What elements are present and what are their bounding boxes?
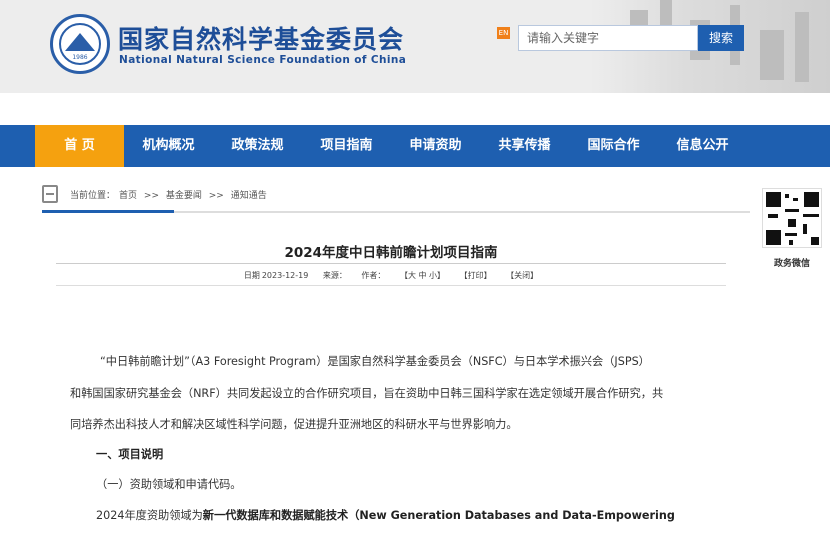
nav-item-apply[interactable]: 申请资助 — [391, 125, 480, 167]
site-title-en[interactable]: National Natural Science Foundation of C… — [119, 54, 406, 66]
nsfc-logo[interactable]: 1986 — [50, 14, 110, 74]
body-p2-bold: 新一代数据库和数据赋能技术（New Generation Databases a… — [202, 509, 675, 522]
mountain-icon — [65, 33, 95, 51]
article-title: 2024年度中日韩前瞻计划项目指南 — [284, 245, 498, 261]
site-title-cn[interactable]: 国家自然科学基金委员会 — [118, 20, 404, 56]
breadcrumb-accent — [42, 210, 174, 213]
meta-divider — [56, 285, 726, 286]
body-p1-line2: 和韩国国家研究基金会（NRF）共同发起设立的合作研究项目，旨在资助中日韩三国科学… — [70, 387, 664, 400]
search-input[interactable]: 请输入关键字 — [518, 25, 698, 51]
body-p2-prefix: 2024年度资助领域为 — [96, 509, 203, 522]
meta-date: 日期 2023-12-19 — [244, 271, 309, 280]
meta-date-value: 2023-12-19 — [261, 271, 309, 280]
nav-item-international[interactable]: 国际合作 — [569, 125, 658, 167]
breadcrumb-sep: >> — [143, 191, 159, 201]
breadcrumb-notice[interactable]: 通知通告 — [231, 191, 267, 201]
breadcrumb-prefix: 当前位置： — [70, 191, 116, 201]
breadcrumb: 当前位置： 首页 >> 基金要闻 >> 通知通告 — [70, 188, 271, 201]
site-header: 1986 国家自然科学基金委员会 National Natural Scienc… — [0, 0, 830, 93]
subsection-1: （一）资助领域和申请代码。 — [96, 478, 242, 491]
nav-item-home[interactable]: 首 页 — [35, 125, 124, 167]
breadcrumb-home[interactable]: 首页 — [119, 191, 137, 201]
article-meta: 日期 2023-12-19 来源： 作者： 【大 中 小】 【打印】 【关闭】 — [56, 270, 726, 281]
nav-item-share[interactable]: 共享传播 — [480, 125, 569, 167]
qr-code-image — [762, 188, 822, 248]
nav-item-guide[interactable]: 项目指南 — [302, 125, 391, 167]
nav-item-policy[interactable]: 政策法规 — [213, 125, 302, 167]
font-size-toggle[interactable]: 【大 中 小】 — [400, 271, 445, 280]
breadcrumb-sep: >> — [208, 191, 224, 201]
nav-item-disclosure[interactable]: 信息公开 — [658, 125, 747, 167]
meta-source: 来源： — [322, 271, 347, 280]
qr-label: 政务微信 — [773, 259, 810, 269]
breadcrumb-news[interactable]: 基金要闻 — [166, 191, 202, 201]
main-nav: 首 页 机构概况 政策法规 项目指南 申请资助 共享传播 国际合作 信息公开 — [0, 125, 830, 167]
close-link[interactable]: 【关闭】 — [506, 271, 538, 280]
title-divider — [56, 263, 726, 264]
logo-year: 1986 — [72, 54, 88, 61]
print-link[interactable]: 【打印】 — [460, 271, 492, 280]
nav-item-about[interactable]: 机构概况 — [124, 125, 213, 167]
meta-author: 作者： — [361, 271, 386, 280]
location-icon — [42, 185, 58, 203]
english-version-link[interactable]: EN — [497, 27, 510, 39]
meta-date-label: 日期 — [243, 271, 260, 280]
body-p2: 2024年度资助领域为新一代数据库和数据赋能技术（New Generation … — [96, 507, 675, 523]
body-p1-line3: 同培养杰出科技人才和解决区域性科学问题，促进提升亚洲地区的科研水平与世界影响力。 — [70, 418, 518, 431]
body-p1-line1: “中日韩前瞻计划”（A3 Foresight Program）是国家自然科学基金… — [100, 355, 650, 368]
section-heading-1: 一、项目说明 — [96, 448, 164, 461]
search-button[interactable]: 搜索 — [698, 25, 744, 51]
